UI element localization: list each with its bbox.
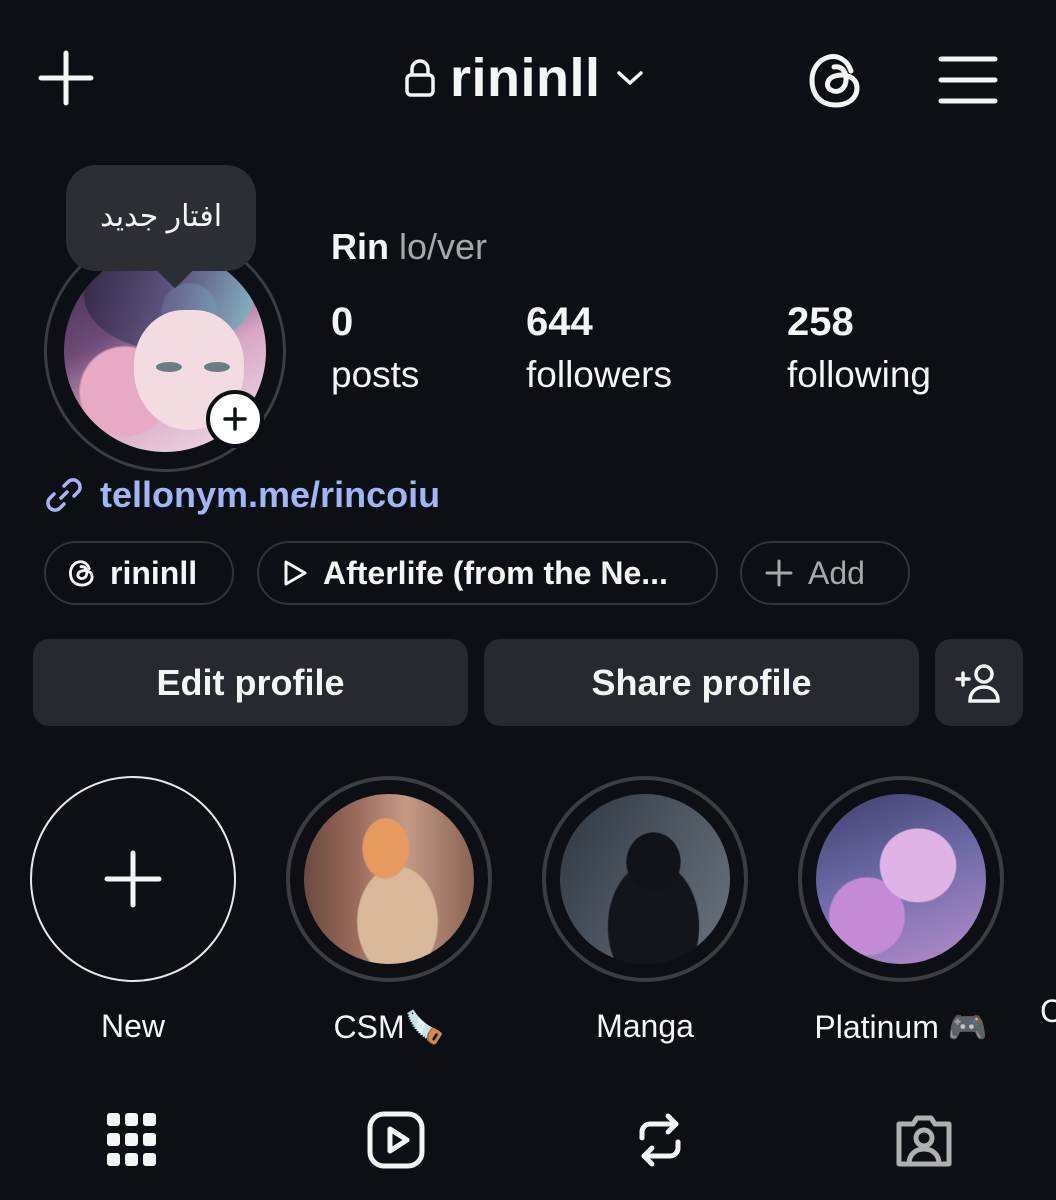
reels-icon bbox=[367, 1111, 425, 1169]
threads-button[interactable] bbox=[800, 44, 872, 116]
highlight-ring bbox=[798, 776, 1004, 982]
bio-link-text: tellonym.me/rincoiu bbox=[100, 474, 441, 515]
plus-icon bbox=[765, 559, 793, 587]
highlight-peek-label[interactable]: C bbox=[1040, 993, 1056, 1030]
tab-tagged[interactable] bbox=[884, 1100, 964, 1180]
stat-value: 0 bbox=[331, 300, 354, 344]
reposts-icon bbox=[639, 1113, 681, 1167]
profile-screen: rininll افتار جديد Rin lo/ver 0 posts 64… bbox=[0, 0, 1056, 1200]
highlight-cover bbox=[560, 794, 730, 964]
add-chip-label: Add bbox=[808, 554, 865, 591]
account-switcher[interactable]: rininll bbox=[404, 46, 645, 110]
plus-icon bbox=[104, 850, 162, 908]
highlight-csm[interactable]: CSM🪚 bbox=[286, 776, 492, 1045]
stat-following[interactable]: 258 following bbox=[787, 298, 931, 404]
highlight-platinum[interactable]: Platinum 🎮 bbox=[798, 776, 1004, 1045]
highlight-ring bbox=[542, 776, 748, 982]
display-name: Rin bbox=[331, 226, 389, 267]
bio-link[interactable]: tellonym.me/rincoiu bbox=[44, 470, 440, 520]
highlight-label: New bbox=[100, 1008, 165, 1044]
tagged-icon bbox=[896, 1115, 952, 1167]
music-chip-label: Afterlife (from the Ne... bbox=[323, 554, 668, 591]
threads-chip-label: rininll bbox=[110, 554, 198, 591]
edit-profile-button[interactable]: Edit profile bbox=[33, 639, 468, 726]
threads-icon bbox=[809, 54, 860, 108]
stat-value: 258 bbox=[787, 300, 854, 344]
pronouns: lo/ver bbox=[399, 226, 488, 267]
menu-button[interactable] bbox=[930, 44, 1006, 116]
stat-label: posts bbox=[331, 354, 420, 395]
tab-reels[interactable] bbox=[356, 1100, 436, 1180]
link-icon bbox=[46, 478, 82, 512]
highlight-label: Platinum 🎮 bbox=[814, 1009, 988, 1045]
stat-posts[interactable]: 0 posts bbox=[331, 298, 419, 404]
username-title: rininll bbox=[450, 48, 601, 108]
highlight-cover bbox=[304, 794, 474, 964]
add-chip[interactable]: Add bbox=[740, 541, 910, 605]
highlight-ring bbox=[30, 776, 236, 982]
highlight-manga[interactable]: Manga bbox=[542, 776, 748, 1044]
threads-chip[interactable]: rininll bbox=[44, 541, 234, 605]
grid-icon bbox=[107, 1113, 156, 1166]
add-story-button[interactable] bbox=[206, 390, 264, 448]
hamburger-menu-icon bbox=[938, 56, 998, 104]
highlight-ring bbox=[286, 776, 492, 982]
stat-label: followers bbox=[526, 354, 672, 395]
highlight-label: Manga bbox=[596, 1008, 694, 1044]
plus-icon bbox=[223, 407, 247, 431]
lock-icon bbox=[405, 59, 435, 97]
plus-icon bbox=[38, 50, 94, 106]
highlight-label: CSM🪚 bbox=[333, 1009, 445, 1045]
music-chip[interactable]: Afterlife (from the Ne... bbox=[257, 541, 718, 605]
stat-label: following bbox=[787, 354, 931, 395]
add-person-icon bbox=[955, 663, 1000, 703]
share-profile-button[interactable]: Share profile bbox=[484, 639, 919, 726]
new-avatar-tooltip[interactable]: افتار جديد bbox=[66, 165, 256, 271]
play-icon bbox=[284, 560, 307, 586]
discover-people-button[interactable] bbox=[935, 639, 1023, 726]
display-name-line: Rin lo/ver bbox=[331, 226, 487, 268]
tab-posts-grid[interactable] bbox=[92, 1100, 172, 1180]
highlight-new[interactable]: New bbox=[30, 776, 236, 1044]
highlight-cover bbox=[816, 794, 986, 964]
stat-followers[interactable]: 644 followers bbox=[526, 298, 672, 404]
chevron-down-icon bbox=[616, 71, 643, 85]
tab-reposts[interactable] bbox=[620, 1100, 700, 1180]
new-post-button[interactable] bbox=[30, 42, 102, 114]
stat-value: 644 bbox=[526, 300, 593, 344]
threads-icon bbox=[68, 560, 94, 587]
